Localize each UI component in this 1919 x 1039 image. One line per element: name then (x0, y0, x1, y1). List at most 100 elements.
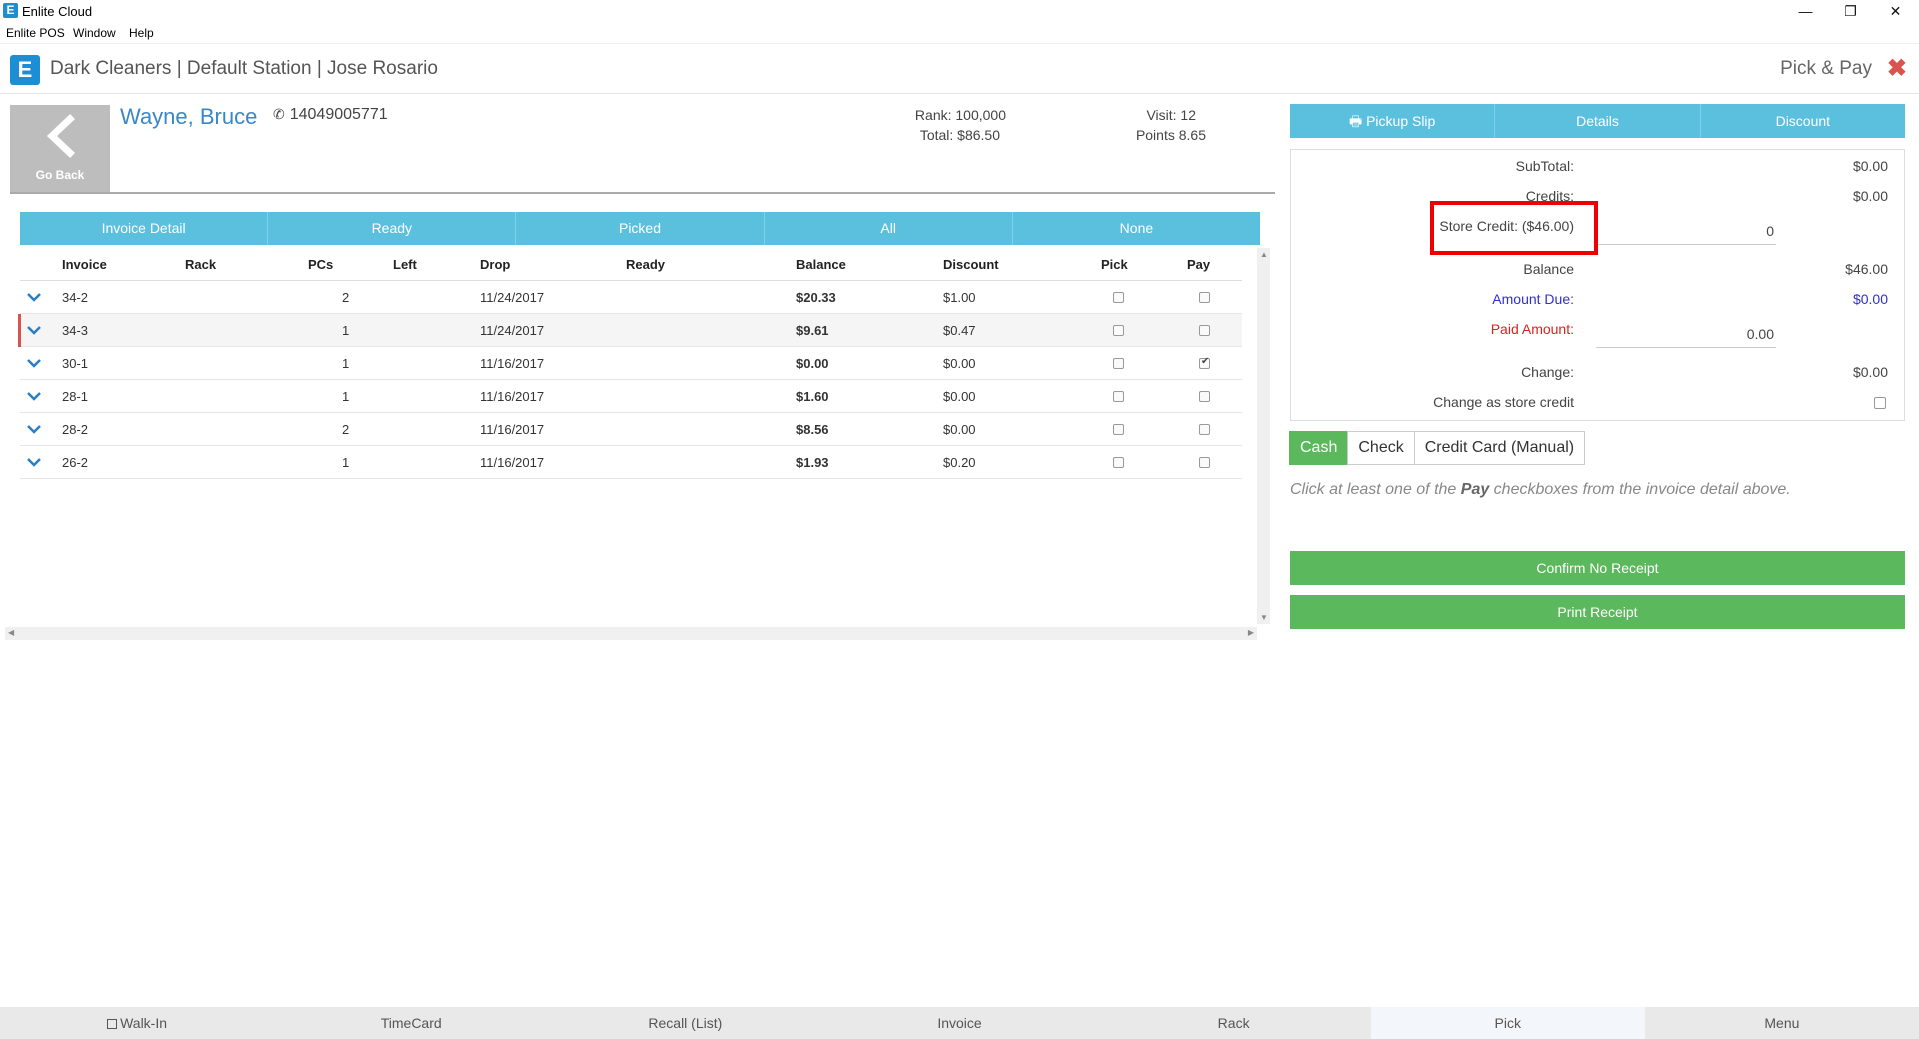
scroll-right-icon[interactable]: ▶ (1248, 628, 1254, 637)
col-discount: Discount (943, 257, 999, 272)
bottom-nav: Walk-In TimeCard Recall (List) Invoice R… (0, 1007, 1919, 1039)
customer-total: Total: $86.50 (919, 127, 1000, 143)
invoice-number: 34-3 (62, 323, 89, 338)
pay-checkbox[interactable] (1199, 325, 1210, 336)
drop-date: 11/16/2017 (480, 356, 545, 371)
pick-checkbox[interactable] (1113, 292, 1124, 303)
table-row[interactable]: 30-1 1 11/16/2017 $0.00 $0.00 (20, 347, 1242, 380)
paid-amount-input[interactable]: 0.00 (1596, 320, 1776, 348)
discount-value: $0.47 (943, 323, 976, 338)
menu-help[interactable]: Help (129, 26, 154, 40)
pick-checkbox[interactable] (1113, 457, 1124, 468)
tab-picked[interactable]: Picked (516, 212, 765, 245)
menu-enlite-pos[interactable]: Enlite POS (6, 26, 65, 40)
nav-walk-in-label: Walk-In (120, 1015, 168, 1031)
horizontal-scrollbar[interactable]: ◀ ▶ (5, 627, 1257, 640)
payment-hint: Click at least one of the Pay checkboxes… (1290, 481, 1791, 499)
window-close-button[interactable]: ✕ (1873, 0, 1918, 22)
walk-in-icon (107, 1019, 118, 1029)
nav-pick[interactable]: Pick (1370, 1007, 1645, 1039)
nav-menu[interactable]: Menu (1645, 1007, 1919, 1039)
vertical-scrollbar[interactable]: ▲ ▼ (1257, 248, 1270, 624)
table-header: Invoice Rack PCs Left Drop Ready Balance… (20, 248, 1242, 281)
pcs-count: 1 (342, 356, 350, 371)
phone-icon: ✆ (273, 106, 285, 122)
nav-invoice[interactable]: Invoice (822, 1007, 1096, 1039)
tab-invoice-detail[interactable]: Invoice Detail (20, 212, 269, 245)
go-back-button[interactable]: Go Back (10, 105, 110, 193)
drop-date: 11/16/2017 (480, 389, 545, 404)
nav-timecard[interactable]: TimeCard (274, 1007, 548, 1039)
change-store-credit-label: Change as store credit (1433, 394, 1574, 410)
discount-value: $0.20 (943, 455, 976, 470)
change-label: Change: (1521, 364, 1574, 380)
discount-value: $0.00 (943, 356, 976, 371)
col-rack: Rack (185, 257, 217, 272)
balance-label: Balance (1523, 261, 1574, 277)
app-logo-icon: E (3, 3, 18, 18)
tab-check[interactable]: Check (1347, 431, 1415, 465)
chevron-down-icon[interactable] (26, 454, 42, 470)
selected-row-marker (18, 314, 21, 347)
col-left: Left (393, 257, 417, 272)
tab-cash[interactable]: Cash (1289, 431, 1349, 465)
table-row[interactable]: 28-1 1 11/16/2017 $1.60 $0.00 (20, 380, 1242, 413)
pick-checkbox[interactable] (1113, 391, 1124, 402)
scroll-left-icon[interactable]: ◀ (8, 628, 14, 637)
invoice-number: 28-1 (62, 389, 89, 404)
pay-checkbox[interactable] (1199, 457, 1210, 468)
balance-value: $0.00 (796, 356, 829, 371)
chevron-down-icon[interactable] (26, 421, 42, 437)
pay-checkbox[interactable] (1199, 356, 1210, 369)
store-credit-input[interactable]: 0 (1596, 217, 1776, 245)
chevron-down-icon[interactable] (26, 388, 42, 404)
print-receipt-button[interactable]: Print Receipt (1290, 595, 1905, 629)
details-button[interactable]: Details (1495, 104, 1701, 138)
scroll-up-icon[interactable]: ▲ (1260, 250, 1268, 259)
action-bar: 🖶 Pickup Slip Details Discount (1290, 104, 1905, 138)
tab-none[interactable]: None (1013, 212, 1260, 245)
customer-name[interactable]: Wayne, Bruce (120, 104, 257, 130)
tab-credit-card-manual[interactable]: Credit Card (Manual) (1413, 431, 1586, 465)
pick-checkbox[interactable] (1113, 424, 1124, 435)
discount-value: $1.00 (943, 290, 976, 305)
minimize-button[interactable]: — (1783, 0, 1828, 22)
nav-walk-in[interactable]: Walk-In (0, 1007, 274, 1039)
pick-checkbox[interactable] (1113, 325, 1124, 336)
table-row[interactable]: 28-2 2 11/16/2017 $8.56 $0.00 (20, 413, 1242, 446)
change-as-store-credit-checkbox[interactable] (1874, 397, 1886, 409)
page-title: Pick & Pay (1780, 58, 1872, 79)
table-row[interactable]: 26-2 1 11/16/2017 $1.93 $0.20 (20, 446, 1242, 479)
restore-button[interactable]: ❐ (1828, 0, 1873, 22)
discount-button[interactable]: Discount (1701, 104, 1905, 138)
pick-checkbox[interactable] (1113, 358, 1124, 369)
table-row[interactable]: 34-2 2 11/24/2017 $20.33 $1.00 (20, 281, 1242, 314)
invoice-table: Invoice Rack PCs Left Drop Ready Balance… (18, 248, 1242, 628)
pcs-count: 1 (342, 455, 350, 470)
chevron-down-icon[interactable] (26, 355, 42, 371)
pay-checkbox[interactable] (1199, 292, 1210, 303)
customer-visit: Visit: 12 (1146, 107, 1196, 123)
close-page-icon[interactable]: ✖ (1887, 54, 1907, 83)
confirm-no-receipt-button[interactable]: Confirm No Receipt (1290, 551, 1905, 585)
store-credit-highlight (1430, 201, 1598, 255)
tab-ready[interactable]: Ready (268, 212, 517, 245)
pickup-slip-button[interactable]: 🖶 Pickup Slip (1290, 104, 1496, 138)
chevron-down-icon[interactable] (26, 289, 42, 305)
scroll-down-icon[interactable]: ▼ (1260, 613, 1268, 622)
tab-all[interactable]: All (765, 212, 1013, 245)
pay-checkbox[interactable] (1199, 391, 1210, 402)
col-pay: Pay (1187, 257, 1211, 272)
col-balance: Balance (796, 257, 846, 272)
pay-checkbox[interactable] (1199, 424, 1210, 435)
breadcrumb: Dark Cleaners | Default Station | Jose R… (50, 58, 438, 79)
chevron-down-icon[interactable] (26, 322, 42, 338)
paid-amount-label: Paid Amount: (1490, 321, 1574, 337)
nav-rack[interactable]: Rack (1097, 1007, 1371, 1039)
customer-phone: ✆ 14049005771 (273, 106, 388, 124)
discount-value: $0.00 (943, 422, 976, 437)
pcs-count: 1 (342, 389, 350, 404)
table-row[interactable]: 34-3 1 11/24/2017 $9.61 $0.47 (18, 314, 1242, 347)
menu-window[interactable]: Window (73, 26, 116, 40)
nav-recall-list[interactable]: Recall (List) (548, 1007, 822, 1039)
